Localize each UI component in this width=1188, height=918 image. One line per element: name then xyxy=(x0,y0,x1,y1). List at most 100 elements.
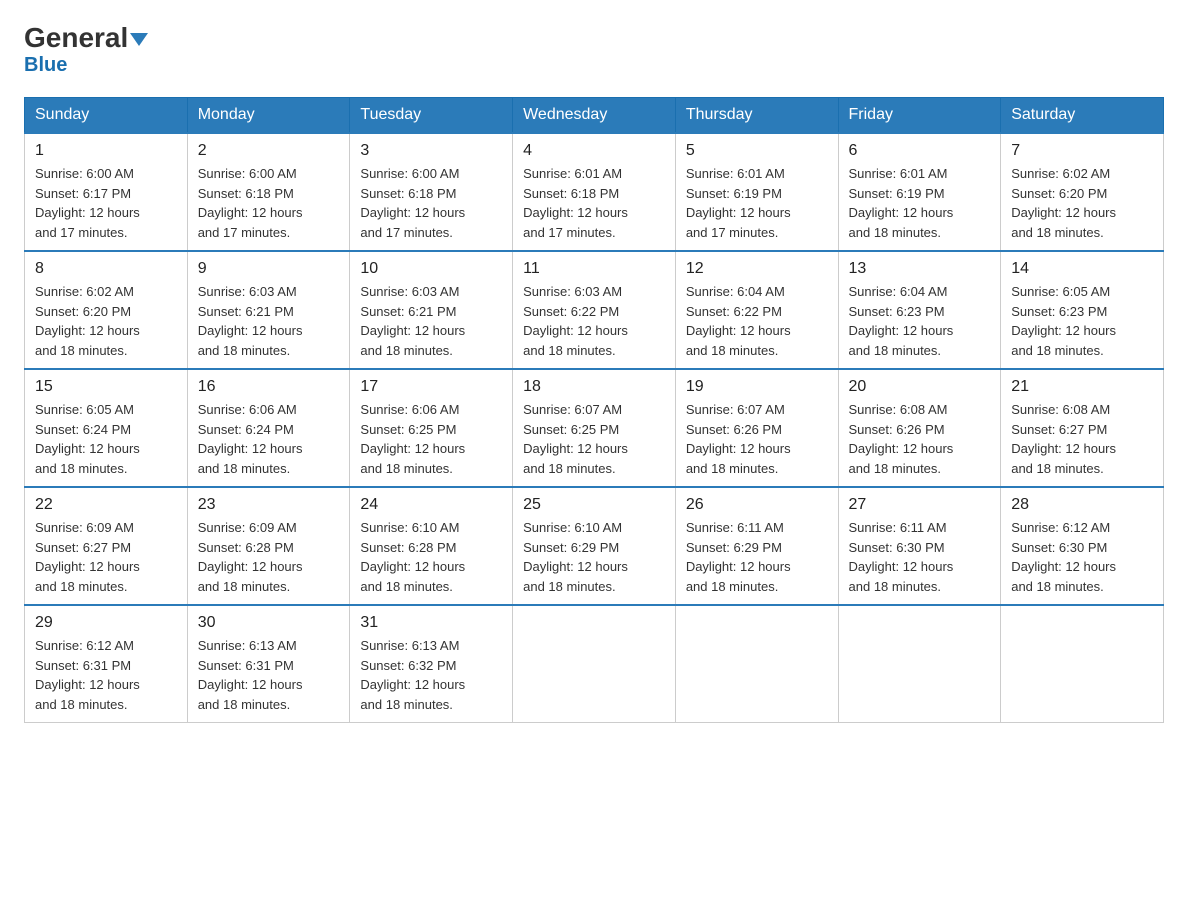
day-info: Sunrise: 6:02 AM Sunset: 6:20 PM Dayligh… xyxy=(35,282,177,360)
day-info: Sunrise: 6:00 AM Sunset: 6:17 PM Dayligh… xyxy=(35,164,177,242)
day-info: Sunrise: 6:01 AM Sunset: 6:19 PM Dayligh… xyxy=(686,164,828,242)
day-number: 15 xyxy=(35,378,177,396)
calendar-cell xyxy=(838,605,1001,723)
day-info: Sunrise: 6:08 AM Sunset: 6:26 PM Dayligh… xyxy=(849,400,991,478)
day-info: Sunrise: 6:03 AM Sunset: 6:21 PM Dayligh… xyxy=(198,282,340,360)
calendar-cell: 2 Sunrise: 6:00 AM Sunset: 6:18 PM Dayli… xyxy=(187,133,350,251)
calendar-cell: 16 Sunrise: 6:06 AM Sunset: 6:24 PM Dayl… xyxy=(187,369,350,487)
day-info: Sunrise: 6:13 AM Sunset: 6:32 PM Dayligh… xyxy=(360,636,502,714)
day-number: 5 xyxy=(686,142,828,160)
calendar-cell: 22 Sunrise: 6:09 AM Sunset: 6:27 PM Dayl… xyxy=(25,487,188,605)
calendar-cell: 27 Sunrise: 6:11 AM Sunset: 6:30 PM Dayl… xyxy=(838,487,1001,605)
calendar-cell: 29 Sunrise: 6:12 AM Sunset: 6:31 PM Dayl… xyxy=(25,605,188,723)
day-info: Sunrise: 6:05 AM Sunset: 6:24 PM Dayligh… xyxy=(35,400,177,478)
day-number: 10 xyxy=(360,260,502,278)
calendar-cell: 9 Sunrise: 6:03 AM Sunset: 6:21 PM Dayli… xyxy=(187,251,350,369)
day-number: 3 xyxy=(360,142,502,160)
day-number: 12 xyxy=(686,260,828,278)
day-number: 14 xyxy=(1011,260,1153,278)
day-number: 30 xyxy=(198,614,340,632)
day-number: 22 xyxy=(35,496,177,514)
day-number: 11 xyxy=(523,260,665,278)
calendar-cell: 14 Sunrise: 6:05 AM Sunset: 6:23 PM Dayl… xyxy=(1001,251,1164,369)
col-header-monday: Monday xyxy=(187,98,350,134)
day-info: Sunrise: 6:01 AM Sunset: 6:19 PM Dayligh… xyxy=(849,164,991,242)
week-row-2: 8 Sunrise: 6:02 AM Sunset: 6:20 PM Dayli… xyxy=(25,251,1164,369)
day-info: Sunrise: 6:12 AM Sunset: 6:31 PM Dayligh… xyxy=(35,636,177,714)
day-info: Sunrise: 6:12 AM Sunset: 6:30 PM Dayligh… xyxy=(1011,518,1153,596)
day-number: 29 xyxy=(35,614,177,632)
calendar-cell: 10 Sunrise: 6:03 AM Sunset: 6:21 PM Dayl… xyxy=(350,251,513,369)
calendar-cell: 3 Sunrise: 6:00 AM Sunset: 6:18 PM Dayli… xyxy=(350,133,513,251)
logo-general-text: General xyxy=(24,24,148,52)
logo: General Blue xyxy=(24,24,148,77)
calendar-cell: 30 Sunrise: 6:13 AM Sunset: 6:31 PM Dayl… xyxy=(187,605,350,723)
week-row-1: 1 Sunrise: 6:00 AM Sunset: 6:17 PM Dayli… xyxy=(25,133,1164,251)
calendar-cell: 13 Sunrise: 6:04 AM Sunset: 6:23 PM Dayl… xyxy=(838,251,1001,369)
calendar-cell: 1 Sunrise: 6:00 AM Sunset: 6:17 PM Dayli… xyxy=(25,133,188,251)
calendar-cell: 15 Sunrise: 6:05 AM Sunset: 6:24 PM Dayl… xyxy=(25,369,188,487)
calendar-cell: 18 Sunrise: 6:07 AM Sunset: 6:25 PM Dayl… xyxy=(513,369,676,487)
day-info: Sunrise: 6:00 AM Sunset: 6:18 PM Dayligh… xyxy=(198,164,340,242)
day-info: Sunrise: 6:13 AM Sunset: 6:31 PM Dayligh… xyxy=(198,636,340,714)
day-number: 27 xyxy=(849,496,991,514)
day-number: 24 xyxy=(360,496,502,514)
day-info: Sunrise: 6:07 AM Sunset: 6:25 PM Dayligh… xyxy=(523,400,665,478)
day-number: 17 xyxy=(360,378,502,396)
day-number: 9 xyxy=(198,260,340,278)
day-number: 20 xyxy=(849,378,991,396)
page-header: General Blue xyxy=(24,24,1164,77)
day-info: Sunrise: 6:03 AM Sunset: 6:22 PM Dayligh… xyxy=(523,282,665,360)
day-number: 16 xyxy=(198,378,340,396)
day-info: Sunrise: 6:09 AM Sunset: 6:27 PM Dayligh… xyxy=(35,518,177,596)
calendar-cell: 20 Sunrise: 6:08 AM Sunset: 6:26 PM Dayl… xyxy=(838,369,1001,487)
col-header-sunday: Sunday xyxy=(25,98,188,134)
calendar-cell: 19 Sunrise: 6:07 AM Sunset: 6:26 PM Dayl… xyxy=(675,369,838,487)
calendar-cell: 17 Sunrise: 6:06 AM Sunset: 6:25 PM Dayl… xyxy=(350,369,513,487)
calendar-cell: 24 Sunrise: 6:10 AM Sunset: 6:28 PM Dayl… xyxy=(350,487,513,605)
calendar-cell: 23 Sunrise: 6:09 AM Sunset: 6:28 PM Dayl… xyxy=(187,487,350,605)
week-row-5: 29 Sunrise: 6:12 AM Sunset: 6:31 PM Dayl… xyxy=(25,605,1164,723)
day-info: Sunrise: 6:04 AM Sunset: 6:23 PM Dayligh… xyxy=(849,282,991,360)
day-number: 26 xyxy=(686,496,828,514)
day-info: Sunrise: 6:05 AM Sunset: 6:23 PM Dayligh… xyxy=(1011,282,1153,360)
day-number: 18 xyxy=(523,378,665,396)
day-number: 7 xyxy=(1011,142,1153,160)
day-info: Sunrise: 6:10 AM Sunset: 6:29 PM Dayligh… xyxy=(523,518,665,596)
day-info: Sunrise: 6:00 AM Sunset: 6:18 PM Dayligh… xyxy=(360,164,502,242)
calendar-cell: 7 Sunrise: 6:02 AM Sunset: 6:20 PM Dayli… xyxy=(1001,133,1164,251)
logo-blue-text: Blue xyxy=(24,54,67,77)
calendar-cell: 8 Sunrise: 6:02 AM Sunset: 6:20 PM Dayli… xyxy=(25,251,188,369)
day-info: Sunrise: 6:01 AM Sunset: 6:18 PM Dayligh… xyxy=(523,164,665,242)
calendar-cell xyxy=(513,605,676,723)
day-info: Sunrise: 6:09 AM Sunset: 6:28 PM Dayligh… xyxy=(198,518,340,596)
calendar-cell: 11 Sunrise: 6:03 AM Sunset: 6:22 PM Dayl… xyxy=(513,251,676,369)
calendar-cell: 28 Sunrise: 6:12 AM Sunset: 6:30 PM Dayl… xyxy=(1001,487,1164,605)
day-info: Sunrise: 6:06 AM Sunset: 6:25 PM Dayligh… xyxy=(360,400,502,478)
day-number: 21 xyxy=(1011,378,1153,396)
day-info: Sunrise: 6:11 AM Sunset: 6:29 PM Dayligh… xyxy=(686,518,828,596)
day-info: Sunrise: 6:10 AM Sunset: 6:28 PM Dayligh… xyxy=(360,518,502,596)
day-info: Sunrise: 6:03 AM Sunset: 6:21 PM Dayligh… xyxy=(360,282,502,360)
calendar-cell: 12 Sunrise: 6:04 AM Sunset: 6:22 PM Dayl… xyxy=(675,251,838,369)
calendar-cell: 31 Sunrise: 6:13 AM Sunset: 6:32 PM Dayl… xyxy=(350,605,513,723)
col-header-thursday: Thursday xyxy=(675,98,838,134)
calendar-cell xyxy=(1001,605,1164,723)
day-number: 19 xyxy=(686,378,828,396)
day-number: 28 xyxy=(1011,496,1153,514)
calendar-cell: 25 Sunrise: 6:10 AM Sunset: 6:29 PM Dayl… xyxy=(513,487,676,605)
day-info: Sunrise: 6:11 AM Sunset: 6:30 PM Dayligh… xyxy=(849,518,991,596)
day-number: 2 xyxy=(198,142,340,160)
calendar-cell xyxy=(675,605,838,723)
col-header-friday: Friday xyxy=(838,98,1001,134)
day-info: Sunrise: 6:06 AM Sunset: 6:24 PM Dayligh… xyxy=(198,400,340,478)
day-info: Sunrise: 6:04 AM Sunset: 6:22 PM Dayligh… xyxy=(686,282,828,360)
calendar-cell: 26 Sunrise: 6:11 AM Sunset: 6:29 PM Dayl… xyxy=(675,487,838,605)
day-number: 1 xyxy=(35,142,177,160)
calendar-cell: 5 Sunrise: 6:01 AM Sunset: 6:19 PM Dayli… xyxy=(675,133,838,251)
day-number: 6 xyxy=(849,142,991,160)
col-header-saturday: Saturday xyxy=(1001,98,1164,134)
col-header-wednesday: Wednesday xyxy=(513,98,676,134)
day-number: 8 xyxy=(35,260,177,278)
calendar-cell: 6 Sunrise: 6:01 AM Sunset: 6:19 PM Dayli… xyxy=(838,133,1001,251)
